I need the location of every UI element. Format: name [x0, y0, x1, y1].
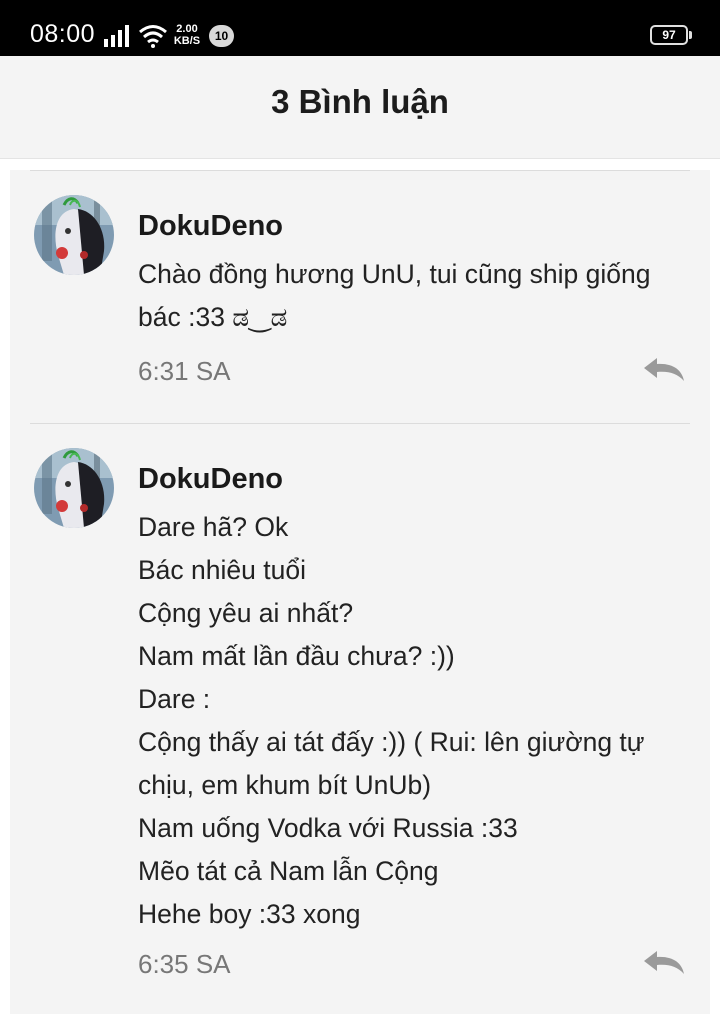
- comment-line: Dare :: [138, 684, 211, 714]
- comment-item: DokuDeno Chào đồng hương UnU, tui cũng s…: [10, 170, 710, 423]
- comment-body: Dare hã? Ok Bác nhiêu tuổi Cộng yêu ai n…: [138, 506, 645, 936]
- page-title: 3 Bình luận: [271, 83, 449, 120]
- comment-line: Dare hã? Ok: [138, 512, 289, 542]
- battery-icon: 97: [650, 25, 688, 45]
- comment-time: 6:35 SA: [138, 949, 231, 979]
- comment-line: Cộng yêu ai nhất?: [138, 598, 354, 628]
- battery-nub: [689, 31, 692, 39]
- signal-icon: [104, 25, 129, 47]
- comment-line: bác :33 ಡ‿ಡ: [138, 302, 288, 332]
- network-speed-value: 2.00: [176, 23, 198, 35]
- comment-line: Nam uống Vodka với Russia :33: [138, 813, 518, 843]
- network-speed-unit: KB/S: [173, 35, 201, 47]
- page-header: 3 Bình luận: [0, 56, 720, 159]
- comment-author[interactable]: DokuDeno: [138, 210, 283, 243]
- comment-list: DokuDeno Chào đồng hương UnU, tui cũng s…: [10, 170, 710, 1014]
- battery-level: 97: [662, 28, 676, 42]
- comment-time: 6:31 SA: [138, 356, 231, 386]
- network-speed: 2.00 KB/S: [171, 23, 203, 47]
- comment-line: Nam mất lần đầu chưa? :)): [138, 641, 455, 671]
- wifi-icon: [139, 25, 167, 48]
- comment-author[interactable]: DokuDeno: [138, 463, 283, 496]
- comment-line: Chào đồng hương UnU, tui cũng ship giống: [138, 259, 651, 289]
- reply-icon[interactable]: [642, 355, 686, 383]
- comment-line: Cộng thấy ai tát đấy :)) ( Rui: lên giườ…: [138, 727, 645, 757]
- notification-badge: 10: [209, 25, 234, 47]
- avatar[interactable]: [34, 448, 114, 528]
- comment-line: Mẽo tát cả Nam lẫn Cộng: [138, 856, 439, 886]
- comment-body: Chào đồng hương UnU, tui cũng ship giống…: [138, 253, 650, 339]
- reply-icon[interactable]: [642, 948, 686, 976]
- comment-item: DokuDeno Dare hã? Ok Bác nhiêu tuổi Cộng…: [10, 423, 710, 1014]
- status-time: 08:00: [30, 20, 96, 48]
- comment-line: chịu, em khum bít UnUb): [138, 770, 432, 800]
- comment-line: Hehe boy :33 xong: [138, 899, 361, 929]
- status-bar: 08:00 2.00 KB/S 10 97: [0, 0, 720, 56]
- comment-line: Bác nhiêu tuổi: [138, 555, 306, 585]
- avatar[interactable]: [34, 195, 114, 275]
